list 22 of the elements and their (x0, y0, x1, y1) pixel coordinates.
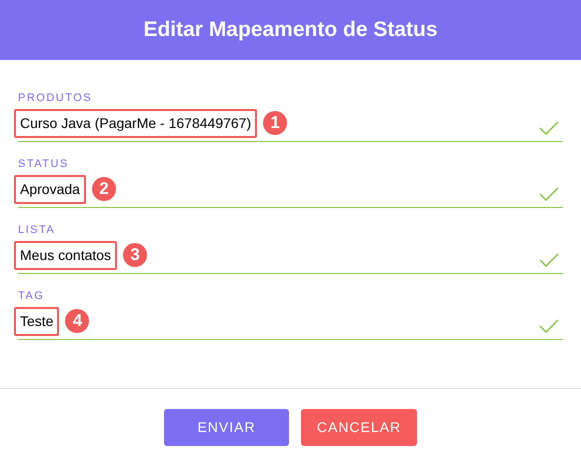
field-value: Curso Java (PagarMe - 1678449767) (14, 108, 258, 138)
field-label: LISTA (18, 224, 56, 237)
check-icon (539, 121, 559, 135)
step-number-badge: 3 (123, 243, 148, 267)
field-label: PRODUTOS (18, 92, 94, 105)
field-value: Meus contatos (14, 240, 118, 270)
step-number-badge: 1 (263, 111, 288, 135)
check-icon (539, 253, 559, 267)
field-value: Teste (14, 306, 60, 336)
check-icon (539, 319, 559, 333)
select-field[interactable]: Teste 4 (18, 303, 563, 340)
dialog-title: Editar Mapeamento de Status (143, 17, 438, 44)
submit-button[interactable]: ENVIAR (164, 409, 289, 446)
field-label: TAG (18, 290, 46, 303)
check-icon (539, 187, 559, 201)
field-value: Aprovada (14, 174, 86, 204)
select-field[interactable]: Aprovada 2 (18, 171, 563, 208)
step-number-badge: 2 (92, 177, 116, 201)
field-label: STATUS (18, 158, 70, 171)
select-field[interactable]: Meus contatos 3 (18, 237, 563, 274)
select-field[interactable]: Curso Java (PagarMe - 1678449767) 1 (18, 105, 563, 142)
step-number-badge: 4 (65, 309, 90, 333)
